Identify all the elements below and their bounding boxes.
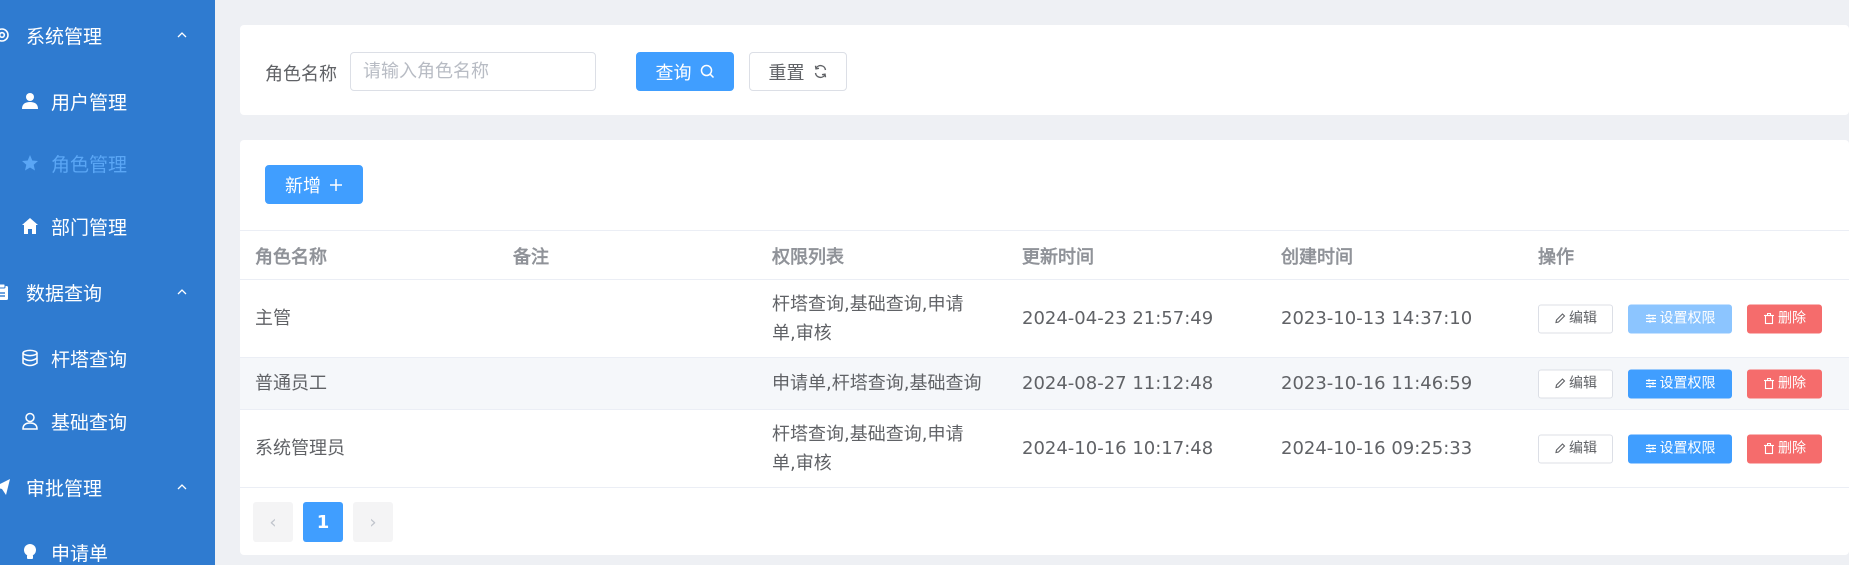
user-icon: [20, 91, 40, 111]
role-table: 角色名称 备注 权限列表 更新时间 创建时间 操作 主管 杆塔查询,基础查询,申…: [240, 230, 1849, 488]
sliders-icon: [1645, 314, 1656, 323]
table-row: 普通员工 申请单,杆塔查询,基础查询 2024-08-27 11:12:48 2…: [240, 358, 1849, 410]
reset-button-label: 重置: [768, 62, 805, 84]
sidebar-item-label: 部门管理: [51, 216, 128, 239]
delete-button[interactable]: 删除: [1747, 369, 1822, 398]
cell-role-name: 系统管理员: [255, 438, 345, 459]
menu-group-label: 系统管理: [26, 25, 103, 48]
sidebar-item-label: 角色管理: [51, 153, 128, 176]
cell-updated-time: 2024-04-23 21:57:49: [1022, 308, 1214, 329]
delete-button[interactable]: 删除: [1747, 304, 1822, 333]
table-row: 系统管理员 杆塔查询,基础查询,申请单,审核 2024-10-16 10:17:…: [240, 410, 1849, 488]
gear-icon: [0, 25, 12, 45]
sidebar-item-label: 用户管理: [51, 91, 128, 114]
menu-group-approval[interactable]: 审批管理: [0, 467, 215, 507]
house-icon: [20, 216, 40, 236]
sidebar-item-basic-query[interactable]: 基础查询: [0, 399, 215, 443]
set-permission-label: 设置权限: [1659, 310, 1716, 326]
chevron-up-icon: [177, 289, 187, 295]
cell-role-name: 普通员工: [255, 373, 327, 394]
sidebar-item-label: 申请单: [51, 542, 109, 565]
table-header: 角色名称 备注 权限列表 更新时间 创建时间 操作: [240, 230, 1849, 280]
chevron-right-icon: ›: [369, 511, 377, 533]
cell-created-time: 2023-10-16 11:46:59: [1281, 373, 1473, 394]
sidebar-item-department-management[interactable]: 部门管理: [0, 204, 215, 248]
role-name-search-input[interactable]: [350, 52, 596, 91]
set-permission-button[interactable]: 设置权限: [1628, 434, 1732, 463]
trash-icon: [1764, 313, 1774, 325]
chevron-left-icon: ‹: [269, 511, 277, 533]
plus-icon: [330, 178, 342, 191]
edit-button[interactable]: 编辑: [1538, 369, 1613, 398]
set-permission-button[interactable]: 设置权限: [1628, 369, 1732, 398]
sidebar-item-application-form[interactable]: 申请单: [0, 530, 215, 565]
reset-button[interactable]: 重置: [749, 52, 847, 91]
database-icon: [20, 348, 40, 368]
bulb-icon: [20, 542, 40, 562]
set-permission-button[interactable]: 设置权限: [1628, 304, 1732, 333]
trash-icon: [1764, 378, 1774, 390]
sidebar-item-role-management[interactable]: 角色管理: [0, 141, 215, 185]
role-name-label: 角色名称: [265, 64, 337, 85]
query-button[interactable]: 查询: [636, 52, 734, 91]
column-header-updated-time: 更新时间: [1022, 247, 1094, 268]
sidebar-item-user-management[interactable]: 用户管理: [0, 79, 215, 123]
edit-button[interactable]: 编辑: [1538, 434, 1613, 463]
set-permission-label: 设置权限: [1659, 440, 1716, 456]
query-button-label: 查询: [655, 62, 692, 84]
clipboard-icon: [0, 282, 12, 302]
set-permission-label: 设置权限: [1659, 375, 1716, 391]
sidebar-item-tower-query[interactable]: 杆塔查询: [0, 336, 215, 380]
menu-group-label: 数据查询: [26, 282, 103, 305]
cell-permissions: 杆塔查询,基础查询,申请单,审核: [772, 293, 964, 344]
delete-label: 删除: [1778, 440, 1806, 456]
edit-button[interactable]: 编辑: [1538, 304, 1613, 333]
edit-label: 编辑: [1569, 310, 1597, 326]
cell-role-name: 主管: [255, 308, 291, 329]
edit-icon: [1555, 378, 1566, 389]
column-header-created-time: 创建时间: [1281, 247, 1353, 268]
menu-group-system[interactable]: 系统管理: [0, 15, 215, 55]
table-row: 主管 杆塔查询,基础查询,申请单,审核 2024-04-23 21:57:49 …: [240, 280, 1849, 358]
menu-group-data-query[interactable]: 数据查询: [0, 272, 215, 312]
person-outline-icon: [20, 411, 40, 431]
cell-created-time: 2024-10-16 09:25:33: [1281, 438, 1473, 459]
next-page-button[interactable]: ›: [353, 502, 393, 542]
sidebar: 系统管理 用户管理 角色管理 部门管理 数据查询 杆塔查询 基础查询 审批管理 …: [0, 0, 215, 565]
prev-page-button[interactable]: ‹: [253, 502, 293, 542]
edit-icon: [1555, 313, 1566, 324]
cell-permissions: 申请单,杆塔查询,基础查询: [772, 373, 982, 394]
page-number-button[interactable]: 1: [303, 502, 343, 542]
add-role-button[interactable]: 新增: [265, 165, 363, 204]
column-header-actions: 操作: [1538, 247, 1574, 268]
star-icon: [20, 153, 40, 173]
edit-label: 编辑: [1569, 440, 1597, 456]
edit-label: 编辑: [1569, 375, 1597, 391]
search-panel: 角色名称 查询 重置: [240, 25, 1849, 115]
delete-button[interactable]: 删除: [1747, 434, 1822, 463]
edit-icon: [1555, 443, 1566, 454]
column-header-permissions: 权限列表: [772, 247, 844, 268]
sidebar-item-label: 杆塔查询: [51, 348, 128, 371]
delete-label: 删除: [1778, 310, 1806, 326]
column-header-remark: 备注: [513, 247, 549, 268]
paper-plane-icon: [0, 477, 12, 497]
column-header-role-name: 角色名称: [255, 247, 327, 268]
cell-updated-time: 2024-08-27 11:12:48: [1022, 373, 1214, 394]
role-table-panel: 新增 角色名称 备注 权限列表 更新时间 创建时间 操作 主管 杆塔查询,基础查…: [240, 140, 1849, 555]
delete-label: 删除: [1778, 375, 1806, 391]
sidebar-item-label: 基础查询: [51, 411, 128, 434]
sliders-icon: [1645, 444, 1656, 453]
search-icon: [700, 64, 714, 79]
refresh-icon: [814, 64, 826, 79]
sliders-icon: [1645, 379, 1656, 388]
chevron-up-icon: [177, 484, 187, 490]
trash-icon: [1764, 443, 1774, 455]
add-button-label: 新增: [285, 175, 321, 197]
cell-updated-time: 2024-10-16 10:17:48: [1022, 438, 1214, 459]
cell-permissions: 杆塔查询,基础查询,申请单,审核: [772, 423, 964, 474]
chevron-up-icon: [177, 32, 187, 38]
cell-created-time: 2023-10-13 14:37:10: [1281, 308, 1473, 329]
menu-group-label: 审批管理: [26, 477, 103, 500]
